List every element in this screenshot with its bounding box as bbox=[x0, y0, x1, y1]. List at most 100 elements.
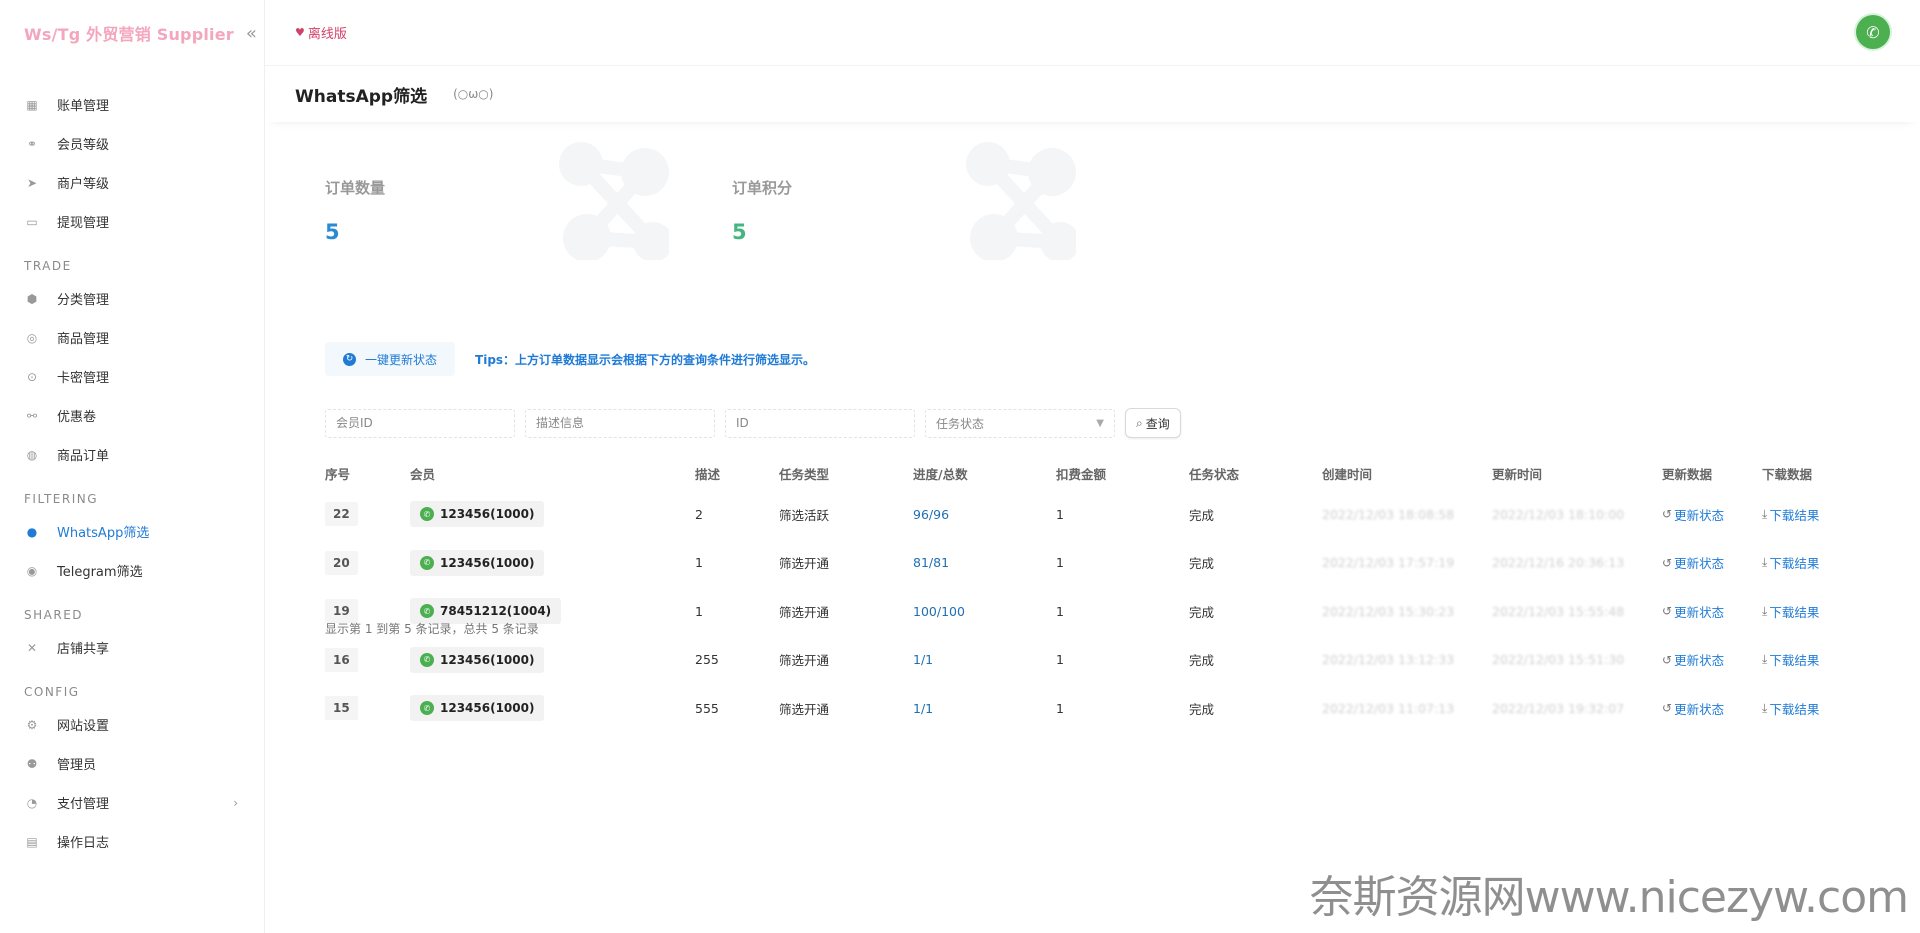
row-id: 15 bbox=[325, 696, 358, 721]
refresh-status-link[interactable]: ↺ 更新状态 bbox=[1662, 505, 1724, 524]
sidebar-item[interactable]: ◍ 商品订单 bbox=[0, 435, 264, 474]
sidebar-item[interactable]: ➤ 商户等级 bbox=[0, 163, 264, 202]
tips-text: Tips：上方订单数据显示会根据下方的查询条件进行筛选显示。 bbox=[475, 352, 816, 367]
sidebar-item[interactable]: ⚙ 网站设置 bbox=[0, 705, 264, 744]
sidebar-section-title: TRADE bbox=[24, 259, 72, 273]
refresh-all-button[interactable]: ↻ 一键更新状态 bbox=[325, 342, 456, 376]
member-badge[interactable]: ✆ 123456(1000) bbox=[410, 646, 545, 673]
member-badge[interactable]: ✆ 123456(1000) bbox=[410, 501, 545, 528]
refresh-status-label: 更新状态 bbox=[1674, 653, 1725, 669]
category-icon: ⬢ bbox=[26, 291, 38, 306]
desc-cell: 2 bbox=[695, 506, 703, 522]
task-type-cell: 筛选活跃 bbox=[779, 507, 830, 523]
sidebar-item-label: 商品订单 bbox=[57, 449, 110, 464]
download-result-link[interactable]: ⤓ 下载结果 bbox=[1762, 602, 1819, 621]
sidebar-item[interactable]: ● WhatsApp筛选 bbox=[0, 512, 264, 551]
fee-cell: 1 bbox=[1056, 555, 1064, 571]
column-header: 创建时间 bbox=[1322, 466, 1373, 482]
sidebar-item[interactable]: ⊙ 卡密管理 bbox=[0, 357, 264, 396]
sidebar-item[interactable]: ▭ 提现管理 bbox=[0, 202, 264, 241]
top-bar: ♥ 离线版 ✆ bbox=[265, 0, 1920, 66]
member-label: 123456(1000) bbox=[440, 507, 535, 522]
refresh-icon: ↻ bbox=[343, 352, 356, 366]
member-label: 123456(1000) bbox=[440, 555, 535, 570]
download-result-label: 下载结果 bbox=[1769, 604, 1820, 620]
avatar[interactable]: ✆ bbox=[1856, 15, 1890, 49]
member-badge[interactable]: ✆ 123456(1000) bbox=[410, 695, 545, 722]
download-icon: ⤓ bbox=[1762, 603, 1768, 618]
sidebar-item[interactable]: ⬢ 分类管理 bbox=[0, 279, 264, 318]
settings-icon: ⚙ bbox=[26, 717, 38, 732]
double-chevron-left-icon[interactable]: « bbox=[246, 23, 257, 44]
task-status-select[interactable]: 任务状态 ▼ bbox=[925, 408, 1115, 438]
member-badge[interactable]: ✆ 123456(1000) bbox=[410, 549, 545, 576]
refresh-status-link[interactable]: ↺ 更新状态 bbox=[1662, 699, 1724, 718]
stat-label: 订单积分 bbox=[732, 179, 793, 197]
sidebar-item-label: 操作日志 bbox=[57, 836, 110, 851]
share-icon: ✕ bbox=[26, 640, 38, 655]
progress-cell: 1/1 bbox=[913, 652, 934, 668]
chevron-right-icon: › bbox=[233, 795, 238, 810]
download-result-link[interactable]: ⤓ 下载结果 bbox=[1762, 553, 1819, 572]
sidebar-item-label: Telegram筛选 bbox=[57, 565, 143, 580]
sidebar-item[interactable]: ⚭ 会员等级 bbox=[0, 124, 264, 163]
brand-title: Ws/Tg 外贸营销 Supplier bbox=[24, 25, 234, 44]
search-button[interactable]: ⌕ 查询 bbox=[1125, 408, 1181, 438]
member-label: 78451212(1004) bbox=[440, 604, 552, 619]
sidebar-item[interactable]: ▤ 操作日志 bbox=[0, 822, 264, 861]
fee-cell: 1 bbox=[1056, 603, 1064, 619]
stat-label: 订单数量 bbox=[325, 179, 386, 197]
refresh-status-label: 更新状态 bbox=[1674, 556, 1725, 572]
column-header: 下载数据 bbox=[1762, 466, 1813, 482]
updated-time-cell: 2022/12/03 15:51:30 bbox=[1492, 652, 1625, 668]
refresh-icon: ↺ bbox=[1662, 604, 1673, 619]
refresh-status-label: 更新状态 bbox=[1674, 507, 1725, 523]
task-status-placeholder: 任务状态 bbox=[936, 416, 985, 431]
column-header: 任务状态 bbox=[1189, 466, 1240, 482]
sidebar-item[interactable]: ◎ 商品管理 bbox=[0, 318, 264, 357]
admin-icon: ⚉ bbox=[26, 756, 38, 771]
fee-cell: 1 bbox=[1056, 700, 1064, 716]
card-icon: ⊙ bbox=[26, 369, 38, 384]
sidebar-item-label: 商户等级 bbox=[57, 177, 110, 192]
sidebar-item-label: WhatsApp筛选 bbox=[57, 526, 150, 541]
desc-cell: 1 bbox=[695, 603, 703, 619]
refresh-status-link[interactable]: ↺ 更新状态 bbox=[1662, 553, 1724, 572]
download-result-link[interactable]: ⤓ 下载结果 bbox=[1762, 699, 1819, 718]
stat-value: 5 bbox=[732, 220, 747, 244]
whatsapp-icon: ✆ bbox=[1866, 22, 1880, 42]
refresh-status-link[interactable]: ↺ 更新状态 bbox=[1662, 650, 1724, 669]
desc-cell: 1 bbox=[695, 555, 703, 571]
members-icon: ⚭ bbox=[26, 136, 38, 151]
download-result-link[interactable]: ⤓ 下载结果 bbox=[1762, 505, 1819, 524]
sidebar-item-label: 商品管理 bbox=[57, 332, 110, 347]
sidebar-item[interactable]: ⚯ 优惠卷 bbox=[0, 396, 264, 435]
sidebar-item[interactable]: ◉ Telegram筛选 bbox=[0, 551, 264, 590]
created-time-cell: 2022/12/03 13:12:33 bbox=[1322, 652, 1455, 668]
sidebar-item[interactable]: ✕ 店铺共享 bbox=[0, 628, 264, 667]
sidebar-item[interactable]: ◔ 支付管理 › bbox=[0, 783, 264, 822]
sidebar-item[interactable]: ⚉ 管理员 bbox=[0, 744, 264, 783]
refresh-icon: ↺ bbox=[1662, 701, 1673, 716]
filter-bar: 任务状态 ▼ ⌕ 查询 bbox=[325, 408, 1181, 438]
whatsapp-icon: ● bbox=[26, 524, 38, 539]
bill-icon: ▦ bbox=[26, 97, 38, 112]
column-header: 扣费金额 bbox=[1056, 466, 1107, 482]
table-row: 20 ✆ 123456(1000) 1 筛选开通 81/81 1 完成 2022/12/03 1… bbox=[325, 539, 1872, 588]
whatsapp-icon: ✆ bbox=[420, 555, 434, 570]
fee-cell: 1 bbox=[1056, 506, 1064, 522]
sidebar-item[interactable]: ▦ 账单管理 bbox=[0, 85, 264, 124]
id-input[interactable] bbox=[725, 408, 915, 438]
main-content: 订单数量 5 订单积分 5 ↻ 一键更新状态 Tips：上方订单数据显示会根据下… bbox=[265, 122, 1920, 933]
description-input[interactable] bbox=[525, 408, 715, 438]
refresh-status-link[interactable]: ↺ 更新状态 bbox=[1662, 602, 1724, 621]
location-pin-icon: ♥ bbox=[295, 26, 305, 39]
fee-cell: 1 bbox=[1056, 652, 1064, 668]
member-id-input[interactable] bbox=[325, 408, 515, 438]
download-result-label: 下载结果 bbox=[1769, 653, 1820, 669]
download-result-link[interactable]: ⤓ 下载结果 bbox=[1762, 650, 1819, 669]
merchant-icon: ➤ bbox=[26, 175, 38, 190]
pagination-summary: 显示第 1 到第 5 条记录，总共 5 条记录 bbox=[325, 622, 539, 636]
offline-badge[interactable]: ♥ 离线版 bbox=[295, 23, 347, 42]
refresh-status-label: 更新状态 bbox=[1674, 604, 1725, 620]
